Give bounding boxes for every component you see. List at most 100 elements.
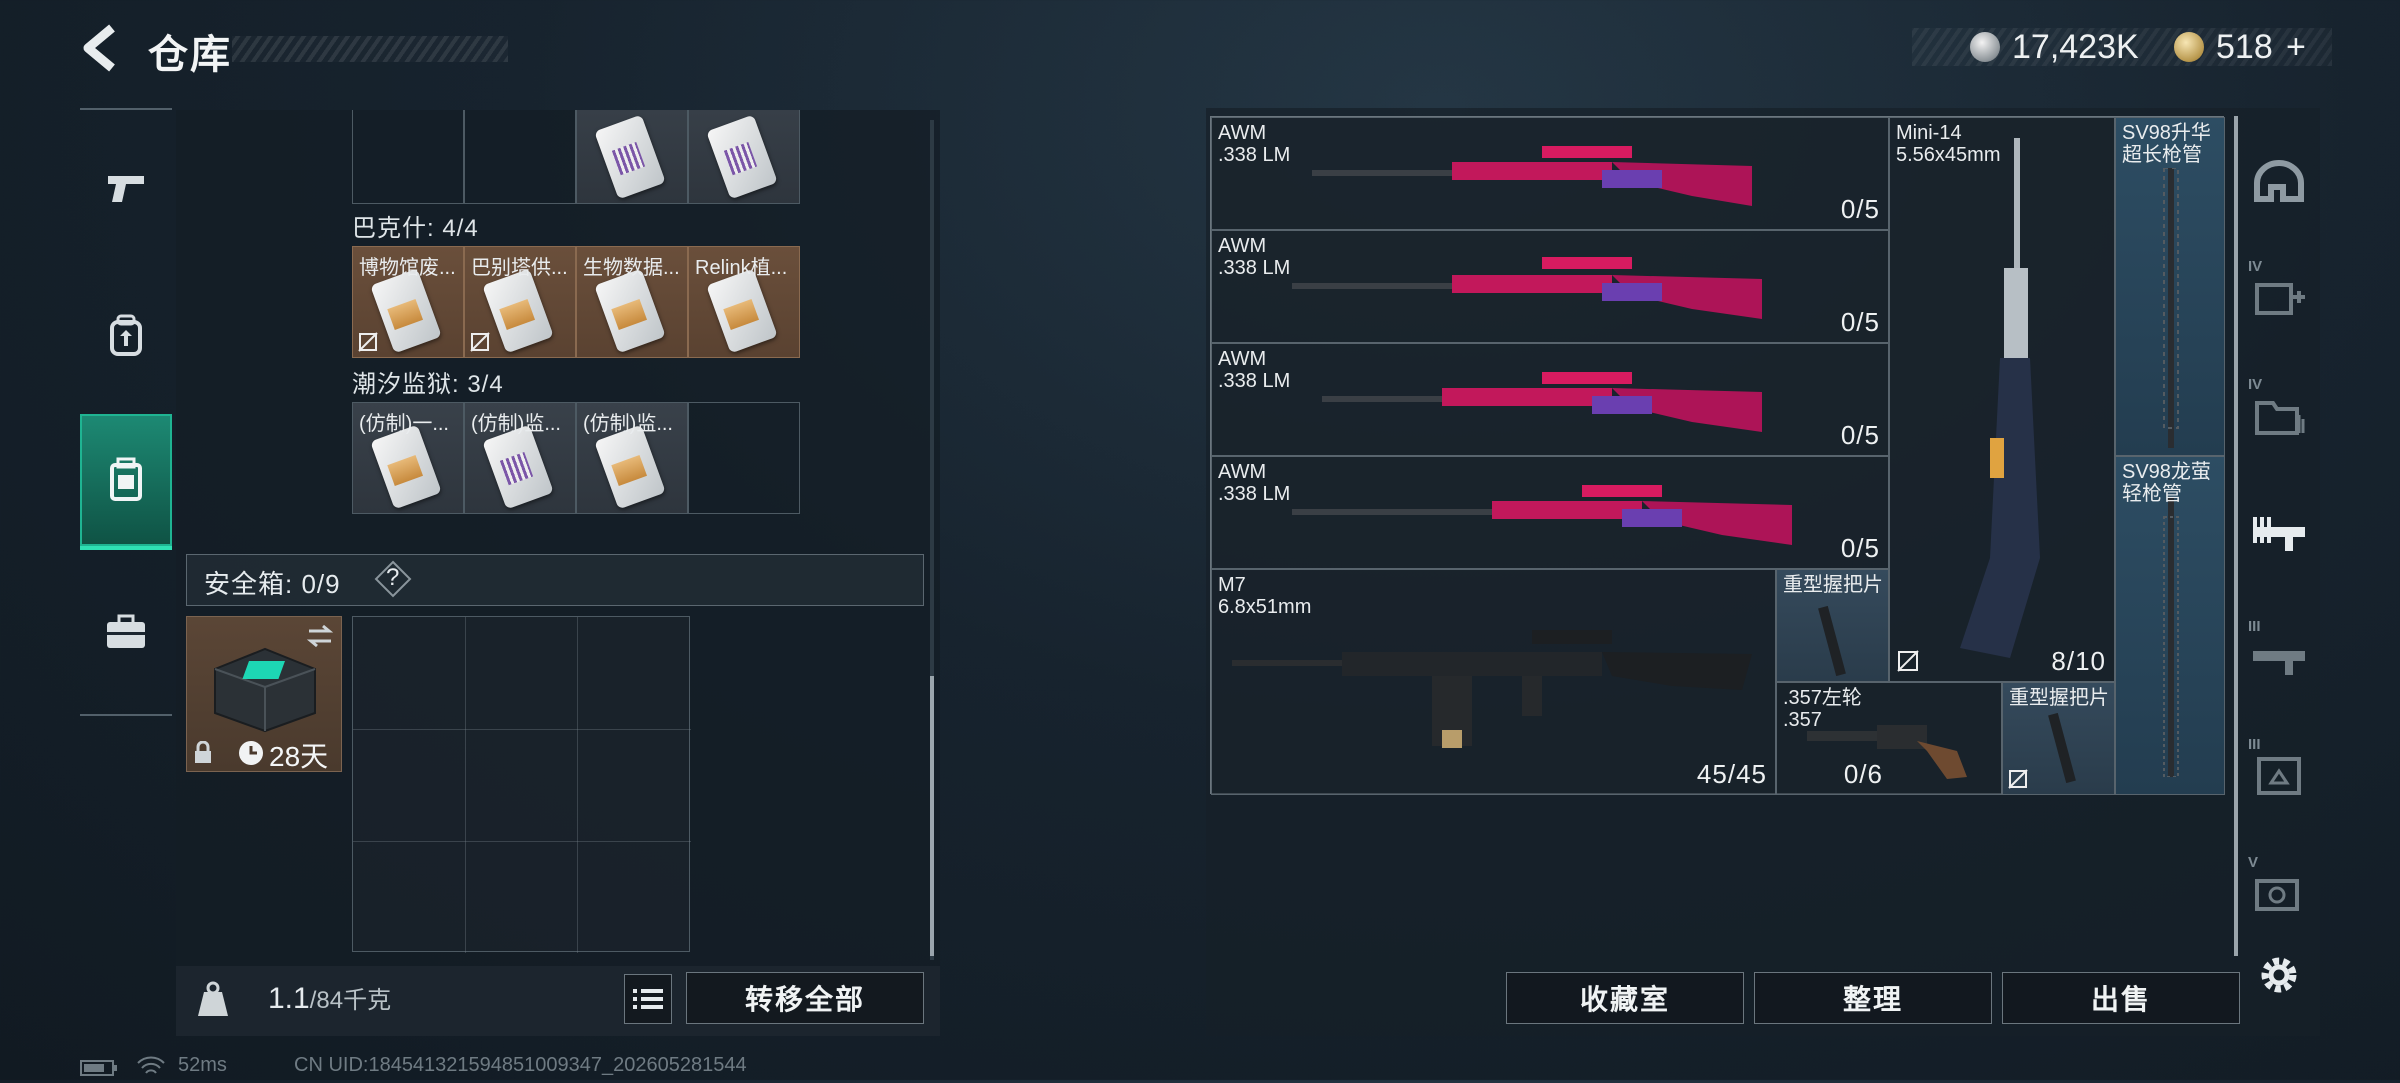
tab-pistol[interactable]	[80, 122, 172, 254]
section-bakesh-grid: 博物馆废... 巴别塔供... 生物数据... Relink植...	[352, 246, 804, 360]
weight-display: 1.1/84千克	[268, 980, 391, 1016]
tier-label: III	[2248, 618, 2261, 635]
pistol-icon	[108, 176, 144, 202]
item-slot[interactable]	[576, 110, 688, 204]
collection-room-button[interactable]: 收藏室	[1506, 972, 1744, 1024]
awm-rifle-icon	[1292, 485, 1792, 545]
attachment-slot-heavy-grip-2[interactable]: 重型握把片	[2002, 682, 2115, 795]
transfer-all-button[interactable]: 转移全部	[686, 972, 924, 1024]
title-decoration	[232, 36, 508, 62]
weapon-name: AWM .338 LM	[1218, 122, 1291, 166]
settings-gear-icon[interactable]	[2256, 952, 2302, 998]
safe-case-slot[interactable]: 28天	[186, 616, 342, 772]
tab-armor-iii[interactable]: III	[2244, 730, 2314, 820]
tier-label: III	[2248, 736, 2261, 753]
weapon-slot-awm-3[interactable]: AWM .338 LM 0/5	[1211, 343, 1889, 456]
weapon-slot-m7[interactable]: M7 6.8x51mm 45/45	[1211, 569, 1776, 795]
barrel-icon	[2163, 168, 2179, 448]
folder-icon	[2255, 401, 2305, 435]
tab-medkit[interactable]: IV	[2244, 252, 2314, 342]
item-label: 生物数据...	[583, 257, 680, 279]
weight-icon	[198, 981, 228, 1016]
weapon-slot-awm-2[interactable]: AWM .338 LM 0/5	[1211, 230, 1889, 343]
item-label: 巴别塔供...	[471, 257, 568, 279]
item-slot[interactable]	[352, 110, 464, 204]
weapon-slot-awm-1[interactable]: AWM .338 LM 0/5	[1211, 117, 1889, 230]
back-arrow-icon[interactable]	[78, 22, 126, 74]
mini14-rifle-icon	[1960, 138, 2040, 658]
rifle-icon	[2253, 517, 2305, 551]
awm-rifle-icon	[1322, 372, 1762, 432]
keycard-icon	[370, 268, 442, 354]
item-slot-empty[interactable]	[688, 402, 800, 514]
tier-label: IV	[2248, 376, 2263, 393]
weapon-name: .357左轮 .357	[1783, 687, 1862, 731]
tab-briefcase[interactable]	[80, 566, 172, 698]
keycard-icon	[706, 268, 778, 354]
keycard-icon	[482, 424, 554, 510]
item-slot[interactable]: 巴别塔供...	[464, 246, 576, 358]
partial-item-row	[352, 110, 804, 204]
item-slot[interactable]	[688, 110, 800, 204]
tab-backpack[interactable]	[80, 270, 172, 402]
item-slot[interactable]: (仿制)一...	[352, 402, 464, 514]
no-transfer-icon	[1897, 650, 1919, 672]
keycard-icon	[706, 114, 778, 200]
item-slot[interactable]	[464, 110, 576, 204]
ammo-count: 45/45	[1696, 759, 1767, 789]
attachment-name: 重型握把片	[2009, 687, 2109, 709]
barrel-icon	[2163, 497, 2179, 777]
weapon-name: M7 6.8x51mm	[1218, 574, 1312, 618]
item-slot[interactable]: Relink植...	[688, 246, 800, 358]
attachment-name: SV98升华 超长枪管	[2122, 122, 2211, 166]
rifle-iii-icon	[2253, 651, 2305, 675]
item-label: Relink植...	[695, 257, 788, 279]
keycard-icon	[594, 114, 666, 200]
case-timer: 28天	[269, 741, 329, 772]
grip-icon	[1818, 606, 1846, 676]
gold-coin-icon	[2174, 32, 2204, 62]
ammo-count: 0/5	[1840, 307, 1880, 337]
weapon-name: AWM .338 LM	[1218, 461, 1291, 505]
tab-helmet[interactable]	[2244, 136, 2314, 226]
tier-label: V	[2248, 854, 2259, 871]
tab-camera-v[interactable]: V	[2244, 848, 2314, 938]
no-transfer-icon	[358, 332, 378, 352]
current-weight: 1.1	[268, 982, 310, 1015]
ammo-count: 0/5	[1840, 194, 1880, 224]
backpack-icon	[110, 314, 142, 356]
max-weight: /84千克	[309, 987, 392, 1014]
attachment-slot-sv98-light-barrel[interactable]: SV98龙萤 轻枪管	[2115, 456, 2225, 795]
weapon-slot-awm-4[interactable]: AWM .338 LM 0/5	[1211, 456, 1889, 569]
gold-currency-plus[interactable]: +	[2286, 28, 2306, 67]
section-title-tide-prison: 潮汐监狱: 3/4	[352, 371, 504, 398]
item-slot[interactable]: 博物馆废...	[352, 246, 464, 358]
sort-button[interactable]: 整理	[1754, 972, 1992, 1024]
medkit-icon	[2255, 283, 2305, 315]
attachment-slot-heavy-grip-1[interactable]: 重型握把片	[1776, 569, 1889, 682]
item-slot[interactable]: (仿制)监...	[464, 402, 576, 514]
help-icon[interactable]: ?	[374, 560, 412, 598]
battery-icon	[80, 1058, 120, 1083]
attachment-name: 重型握把片	[1783, 574, 1883, 596]
ping-value: 52ms	[178, 1054, 227, 1076]
helmet-icon	[2254, 160, 2304, 202]
tab-folder[interactable]: IV	[2244, 370, 2314, 460]
swap-icon[interactable]	[305, 623, 335, 649]
weapon-slot-mini14[interactable]: Mini-14 5.56x45mm 8/10	[1889, 117, 2115, 682]
attachment-slot-sv98-long-barrel[interactable]: SV98升华 超长枪管	[2115, 117, 2225, 456]
stash-scrollbar[interactable]	[2234, 116, 2238, 956]
sell-button[interactable]: 出售	[2002, 972, 2240, 1024]
item-slot[interactable]: (仿制)监...	[576, 402, 688, 514]
item-slot[interactable]: 生物数据...	[576, 246, 688, 358]
tab-chest-rig[interactable]	[80, 414, 172, 550]
camera-v-icon	[2255, 879, 2299, 911]
keycard-icon	[370, 424, 442, 510]
tab-rifle-iii[interactable]: III	[2244, 612, 2314, 702]
uid-text: CN UID:184541321594851009347_20260528154…	[294, 1054, 747, 1076]
weapon-slot-357-revolver[interactable]: .357左轮 .357 0/6	[1776, 682, 2002, 795]
list-view-button[interactable]	[624, 974, 672, 1024]
silver-currency-value: 17,423K	[2012, 28, 2139, 66]
inventory-scrollbar-thumb[interactable]	[930, 676, 934, 956]
tab-rifle[interactable]	[2244, 488, 2314, 578]
